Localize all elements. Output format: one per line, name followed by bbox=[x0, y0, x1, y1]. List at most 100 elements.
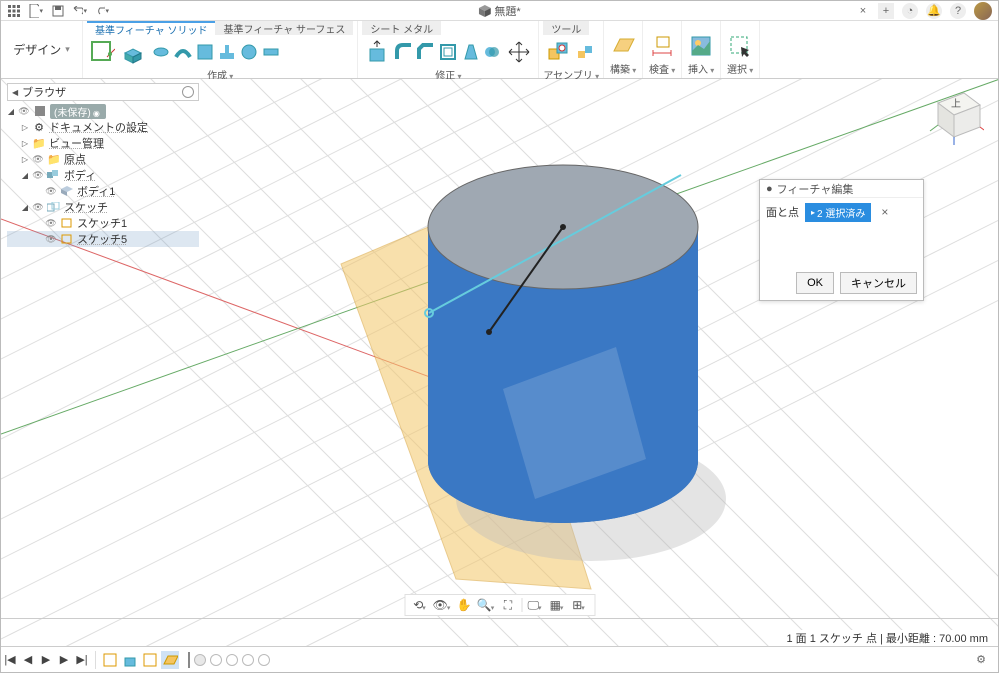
user-avatar-icon[interactable] bbox=[974, 2, 992, 20]
timeline-feature-sketch1[interactable] bbox=[101, 651, 119, 669]
presspull-icon[interactable] bbox=[362, 37, 392, 67]
extrude-icon[interactable] bbox=[119, 37, 149, 67]
timeline-settings-icon[interactable]: ⚙ bbox=[972, 651, 990, 669]
sketch-icon[interactable] bbox=[87, 37, 117, 67]
visibility-icon[interactable]: 👁 bbox=[45, 185, 57, 197]
pan-icon[interactable]: ✋ bbox=[455, 596, 473, 614]
grid-settings-icon[interactable]: ▦▾ bbox=[548, 596, 566, 614]
tab-solid[interactable]: 基準フィーチャ ソリッド bbox=[87, 21, 215, 35]
joint-icon[interactable] bbox=[575, 42, 595, 62]
view-cube[interactable]: 上 bbox=[926, 87, 984, 145]
emboss-icon[interactable] bbox=[261, 42, 281, 62]
tree-sketches[interactable]: ◢ 👁 スケッチ bbox=[7, 199, 199, 215]
selection-chip[interactable]: 2 選択済み bbox=[805, 203, 871, 222]
construct-plane-icon[interactable] bbox=[608, 31, 638, 61]
timeline-start-icon[interactable]: |◀ bbox=[1, 651, 19, 669]
zoom-icon[interactable]: 🔍▾ bbox=[477, 596, 495, 614]
notifications-icon[interactable]: 🔔 bbox=[926, 3, 942, 19]
expand-icon[interactable]: ◢ bbox=[7, 107, 15, 116]
tree-doc-settings[interactable]: ▷ ⚙ ドキュメントの設定 bbox=[7, 119, 199, 135]
tab-tools[interactable]: ツール bbox=[543, 21, 589, 35]
tab-sheetmetal[interactable]: シート メタル bbox=[362, 21, 441, 35]
inspect-group-label[interactable]: 検査 bbox=[647, 61, 677, 78]
tree-bodies[interactable]: ◢ 👁 ボディ bbox=[7, 167, 199, 183]
fit-icon[interactable]: ⛶ bbox=[499, 596, 517, 614]
tree-root[interactable]: ◢ 👁 (未保存) bbox=[7, 103, 199, 119]
new-tab-icon[interactable]: + bbox=[878, 3, 894, 19]
redo-icon[interactable]: ▾ bbox=[95, 4, 109, 18]
construct-group-label[interactable]: 構築 bbox=[608, 61, 638, 78]
timeline-end-icon[interactable]: ▶| bbox=[73, 651, 91, 669]
tree-sketch1[interactable]: 👁 スケッチ1 bbox=[7, 215, 199, 231]
timeline-step[interactable] bbox=[210, 654, 222, 666]
chamfer-icon[interactable] bbox=[416, 42, 436, 62]
tree-origin[interactable]: ▷ 👁 📁 原点 bbox=[7, 151, 199, 167]
root-label: (未保存) bbox=[50, 104, 106, 119]
loft-icon[interactable] bbox=[195, 42, 215, 62]
insert-icon[interactable] bbox=[686, 31, 716, 61]
orbit-icon[interactable]: ⟲▾ bbox=[411, 596, 429, 614]
move-icon[interactable] bbox=[504, 37, 534, 67]
timeline-feature-plane[interactable] bbox=[161, 651, 179, 669]
timeline-feature-sketch2[interactable] bbox=[141, 651, 159, 669]
revolve-icon[interactable] bbox=[151, 42, 171, 62]
select-group-label[interactable]: 選択 bbox=[725, 61, 755, 78]
timeline-step[interactable] bbox=[258, 654, 270, 666]
sweep-icon[interactable] bbox=[173, 42, 193, 62]
timeline-prev-icon[interactable]: ◀ bbox=[19, 651, 37, 669]
expand-icon[interactable]: ◢ bbox=[21, 203, 29, 212]
timeline-play-icon[interactable]: ▶ bbox=[37, 651, 55, 669]
viewport-icon[interactable]: ⊞▾ bbox=[570, 596, 588, 614]
tree-sketch5[interactable]: 👁 スケッチ5 bbox=[7, 231, 199, 247]
timeline-step[interactable] bbox=[194, 654, 206, 666]
assembly-joint-icon[interactable] bbox=[543, 37, 573, 67]
combine-icon[interactable] bbox=[482, 42, 502, 62]
expand-icon[interactable]: ▷ bbox=[21, 123, 29, 132]
cancel-button[interactable]: キャンセル bbox=[840, 272, 917, 294]
draft-icon[interactable] bbox=[460, 42, 480, 62]
ok-button[interactable]: OK bbox=[796, 272, 834, 294]
browser-collapse-icon[interactable]: ◀ bbox=[12, 88, 18, 97]
close-tab-icon[interactable]: × bbox=[856, 4, 870, 18]
timeline-next-icon[interactable]: ▶ bbox=[55, 651, 73, 669]
tab-surface[interactable]: 基準フィーチャ サーフェス bbox=[215, 21, 353, 35]
tree-body1[interactable]: 👁 ボディ1 bbox=[7, 183, 199, 199]
display-settings-icon[interactable]: 🖵▾ bbox=[526, 596, 544, 614]
timeline-marker-icon[interactable] bbox=[188, 652, 190, 668]
expand-icon[interactable]: ◢ bbox=[21, 171, 29, 180]
apps-grid-icon[interactable] bbox=[7, 4, 21, 18]
shell-icon[interactable] bbox=[438, 42, 458, 62]
web-icon[interactable] bbox=[239, 42, 259, 62]
browser-header[interactable]: ◀ ブラウザ bbox=[7, 83, 199, 101]
visibility-icon[interactable]: 👁 bbox=[18, 105, 30, 117]
tree-view-manage[interactable]: ▷ 📁 ビュー管理 bbox=[7, 135, 199, 151]
fusion-logo-icon bbox=[478, 5, 490, 17]
rib-icon[interactable] bbox=[217, 42, 237, 62]
measure-icon[interactable] bbox=[647, 31, 677, 61]
viewcube-top-label: 上 bbox=[951, 98, 961, 110]
insert-group-label[interactable]: 挿入 bbox=[686, 61, 716, 78]
file-icon[interactable]: ▾ bbox=[29, 4, 43, 18]
save-icon[interactable] bbox=[51, 4, 65, 18]
undo-icon[interactable]: ▾ bbox=[73, 4, 87, 18]
visibility-icon[interactable]: 👁 bbox=[32, 169, 44, 181]
expand-icon[interactable]: ▷ bbox=[21, 139, 29, 148]
lookat-icon[interactable]: 👁▾ bbox=[433, 596, 451, 614]
visibility-icon[interactable]: 👁 bbox=[45, 233, 57, 245]
expand-icon[interactable]: ▷ bbox=[21, 155, 29, 164]
visibility-icon[interactable]: 👁 bbox=[45, 217, 57, 229]
timeline-slider[interactable] bbox=[186, 652, 272, 668]
workspace-switcher[interactable]: デザイン bbox=[1, 21, 83, 78]
fillet-icon[interactable] bbox=[394, 42, 414, 62]
clear-selection-icon[interactable]: × bbox=[881, 205, 888, 219]
timeline-step[interactable] bbox=[242, 654, 254, 666]
browser-sync-icon[interactable] bbox=[182, 86, 194, 98]
extensions-icon[interactable]: ◔ bbox=[902, 3, 918, 19]
timeline-bar: |◀ ◀ ▶ ▶ ▶| ⚙ bbox=[1, 646, 998, 672]
select-icon[interactable] bbox=[725, 31, 755, 61]
visibility-icon[interactable]: 👁 bbox=[32, 153, 44, 165]
visibility-icon[interactable]: 👁 bbox=[32, 201, 44, 213]
timeline-feature-extrude[interactable] bbox=[121, 651, 139, 669]
timeline-step[interactable] bbox=[226, 654, 238, 666]
help-icon[interactable]: ? bbox=[950, 3, 966, 19]
